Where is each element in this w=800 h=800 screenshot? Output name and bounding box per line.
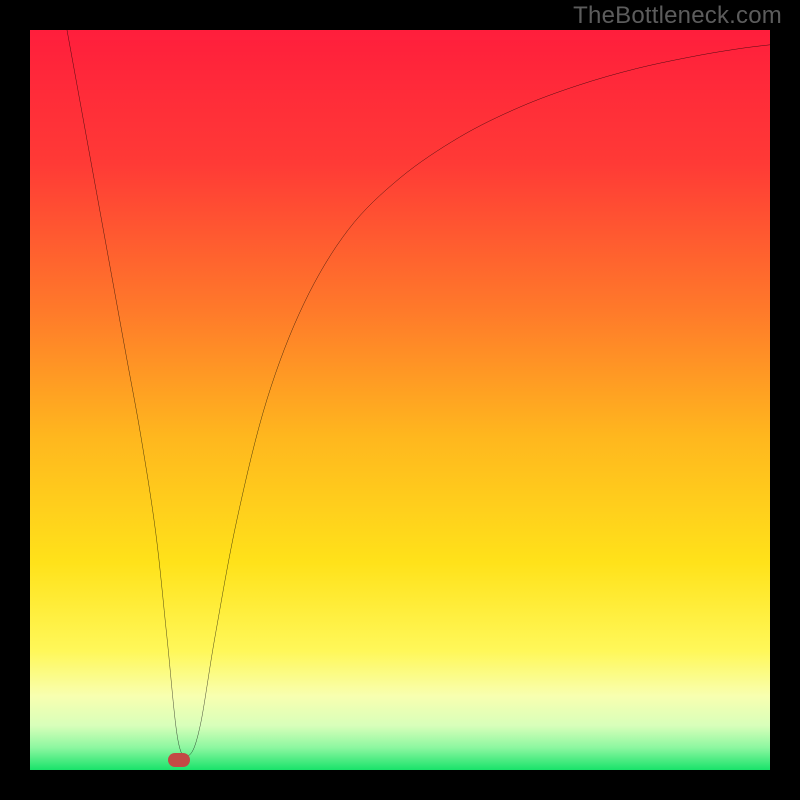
minimum-marker [168, 753, 190, 767]
watermark-text: TheBottleneck.com [573, 2, 782, 30]
plot-area [30, 30, 770, 770]
bottleneck-curve [30, 30, 770, 770]
